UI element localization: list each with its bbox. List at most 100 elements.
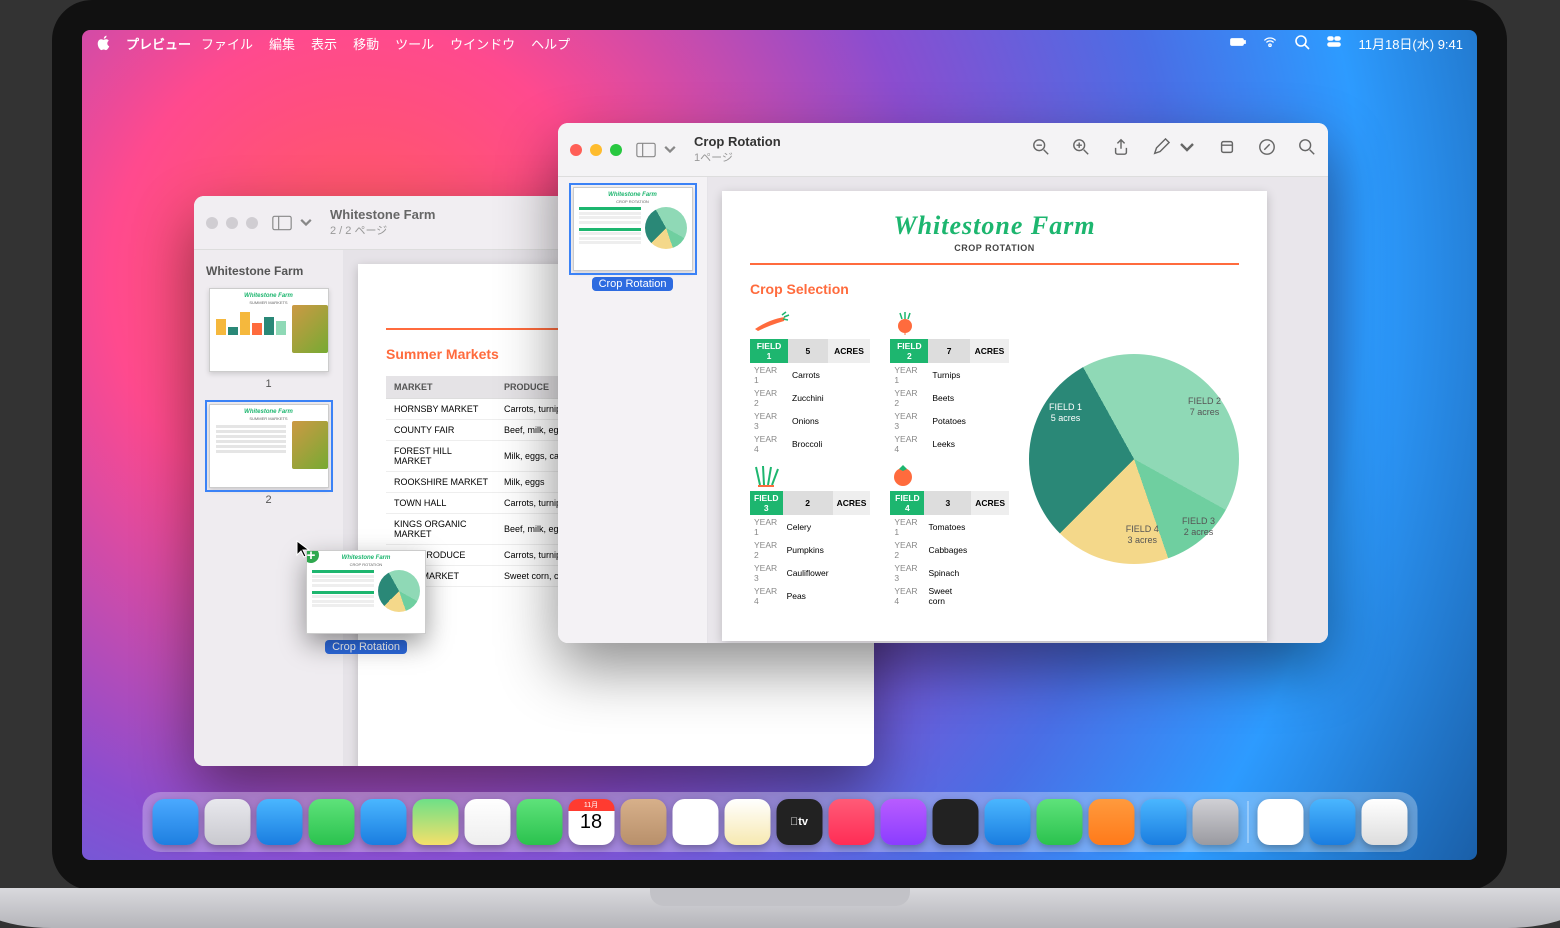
field-block-2: FIELD 27ACRESYEAR 1TurnipsYEAR 2BeetsYEA…	[890, 311, 1009, 455]
field-block-3: FIELD 32ACRESYEAR 1CeleryYEAR 2PumpkinsY…	[750, 463, 870, 607]
sidebar-toggle-button[interactable]	[636, 142, 680, 158]
laptop-frame: プレビュー ファイル編集表示移動ツールウインドウヘルプ 11月18日(水) 9:…	[52, 0, 1507, 928]
cursor-icon	[296, 540, 310, 558]
preview-window-crop-rotation: Crop Rotation 1ページ Whitestone Farm CROP …	[558, 123, 1328, 643]
radish-icon	[890, 311, 1009, 335]
menu-編集[interactable]: 編集	[269, 34, 295, 53]
window2-page: Whitestone Farm CROP ROTATION Crop Selec…	[722, 191, 1267, 641]
window1-title-group: Whitestone Farm 2 / 2 ページ	[330, 207, 435, 238]
minimize-button[interactable]	[226, 217, 238, 229]
zoom-in-icon[interactable]	[1072, 138, 1090, 161]
wifi-icon[interactable]	[1262, 34, 1278, 53]
window2-sidebar: Whitestone Farm CROP ROTATION Crop Rotat…	[558, 177, 708, 643]
control-center-icon[interactable]	[1326, 34, 1342, 53]
window1-subtitle: 2 / 2 ページ	[330, 222, 435, 238]
menu-ツール[interactable]: ツール	[395, 34, 434, 53]
thumbnail-label: Crop Rotation	[592, 277, 674, 291]
screen: プレビュー ファイル編集表示移動ツールウインドウヘルプ 11月18日(水) 9:…	[82, 30, 1477, 860]
search-icon[interactable]	[1298, 138, 1316, 161]
window2-subtitle: 1ページ	[694, 149, 781, 165]
menubar: プレビュー ファイル編集表示移動ツールウインドウヘルプ 11月18日(水) 9:…	[82, 30, 1477, 56]
spotlight-icon[interactable]	[1294, 34, 1310, 53]
dock-app-news[interactable]	[932, 799, 978, 845]
dock-app-safari[interactable]	[256, 799, 302, 845]
dock-app-trash[interactable]	[1361, 799, 1407, 845]
apple-menu-icon[interactable]	[96, 35, 112, 51]
battery-icon[interactable]	[1230, 34, 1246, 53]
dock-app-music[interactable]	[828, 799, 874, 845]
carrot-icon	[750, 311, 870, 335]
zoom-out-icon[interactable]	[1032, 138, 1050, 161]
menu-ヘルプ[interactable]: ヘルプ	[531, 34, 570, 53]
thumbnail-1[interactable]: Whitestone Farm CROP ROTATION Crop Rotat…	[568, 187, 697, 291]
window2-canvas[interactable]: Whitestone Farm CROP ROTATION Crop Selec…	[708, 177, 1328, 643]
pie-label-4: FIELD 43 acres	[1126, 524, 1159, 546]
dock-app-tv[interactable]: tv	[776, 799, 822, 845]
tomato-icon	[890, 463, 1009, 487]
pie-label-1: FIELD 15 acres	[1049, 402, 1082, 424]
dock-app-reminders[interactable]	[672, 799, 718, 845]
share-icon[interactable]	[1112, 138, 1130, 161]
thumbnail-1[interactable]: Whitestone Farm SUMMER MARKETS 1	[204, 288, 333, 390]
pie-label-3: FIELD 32 acres	[1182, 516, 1215, 538]
dock-app-calendar[interactable]: 11月18	[568, 799, 614, 845]
traffic-lights	[570, 144, 622, 156]
dock-app-notes[interactable]	[724, 799, 770, 845]
fields-grid: FIELD 15ACRESYEAR 1CarrotsYEAR 2Zucchini…	[750, 311, 1009, 607]
dock-app-maps[interactable]	[412, 799, 458, 845]
window1-sidebar: Whitestone Farm Whitestone Farm SUMMER M…	[194, 250, 344, 766]
window2-title-group: Crop Rotation 1ページ	[694, 134, 781, 165]
window2-toolbar: Crop Rotation 1ページ	[558, 123, 1328, 177]
window1-title: Whitestone Farm	[330, 207, 435, 222]
markup-icon[interactable]	[1152, 138, 1170, 161]
dragged-label: Crop Rotation	[325, 640, 407, 654]
zoom-button[interactable]	[610, 144, 622, 156]
dock-separator	[1247, 801, 1248, 843]
menubar-app-name[interactable]: プレビュー	[126, 34, 191, 53]
dock-app-keynote[interactable]	[984, 799, 1030, 845]
dock-app-messages[interactable]	[308, 799, 354, 845]
minimize-button[interactable]	[590, 144, 602, 156]
menu-ウインドウ[interactable]: ウインドウ	[450, 34, 515, 53]
screen-bezel: プレビュー ファイル編集表示移動ツールウインドウヘルプ 11月18日(水) 9:…	[52, 0, 1507, 890]
menu-移動[interactable]: 移動	[353, 34, 379, 53]
rotate-icon[interactable]	[1218, 138, 1236, 161]
menu-ファイル[interactable]: ファイル	[201, 34, 253, 53]
sidebar-header: Whitestone Farm	[206, 264, 331, 278]
dock-app-numbers[interactable]	[1036, 799, 1082, 845]
sidebar-toggle-button[interactable]	[272, 215, 316, 231]
dock-app-contacts[interactable]	[620, 799, 666, 845]
pie-chart-area: FIELD 15 acres FIELD 27 acres FIELD 32 a…	[1029, 311, 1239, 607]
window2-title: Crop Rotation	[694, 134, 781, 149]
doc-subtitle: CROP ROTATION	[750, 243, 1239, 253]
thumbnail-2[interactable]: Whitestone Farm SUMMER MARKETS 2	[204, 404, 333, 506]
dragged-thumbnail[interactable]: + Whitestone Farm CROP ROTATION Crop Rot…	[306, 550, 426, 655]
dock-app-preview[interactable]	[1257, 799, 1303, 845]
menubar-datetime[interactable]: 11月18日(水) 9:41	[1358, 34, 1463, 53]
doc-title: Whitestone Farm	[750, 211, 1239, 241]
dock-app-settings[interactable]	[1192, 799, 1238, 845]
close-button[interactable]	[570, 144, 582, 156]
dock-app-pages[interactable]	[1088, 799, 1134, 845]
zoom-button[interactable]	[246, 217, 258, 229]
dock-app-photos[interactable]	[464, 799, 510, 845]
pie-label-2: FIELD 27 acres	[1188, 396, 1221, 418]
traffic-lights	[206, 217, 258, 229]
dock-app-launchpad[interactable]	[204, 799, 250, 845]
chevron-down-icon[interactable]	[1178, 138, 1196, 161]
celery-icon	[750, 463, 870, 487]
menubar-menus: ファイル編集表示移動ツールウインドウヘルプ	[201, 34, 570, 53]
dock-app-podcasts[interactable]	[880, 799, 926, 845]
dock-app-finder[interactable]	[152, 799, 198, 845]
dock-app-downloads[interactable]	[1309, 799, 1355, 845]
highlight-icon[interactable]	[1258, 138, 1276, 161]
menubar-right: 11月18日(水) 9:41	[1230, 34, 1463, 53]
dock-app-facetime[interactable]	[516, 799, 562, 845]
menu-表示[interactable]: 表示	[311, 34, 337, 53]
dock-app-mail[interactable]	[360, 799, 406, 845]
dock: 11月18 tv	[142, 792, 1417, 852]
dock-app-appstore[interactable]	[1140, 799, 1186, 845]
close-button[interactable]	[206, 217, 218, 229]
pie-chart: FIELD 15 acres FIELD 27 acres FIELD 32 a…	[1029, 354, 1239, 564]
field-block-4: FIELD 43ACRESYEAR 1TomatoesYEAR 2Cabbage…	[890, 463, 1009, 607]
